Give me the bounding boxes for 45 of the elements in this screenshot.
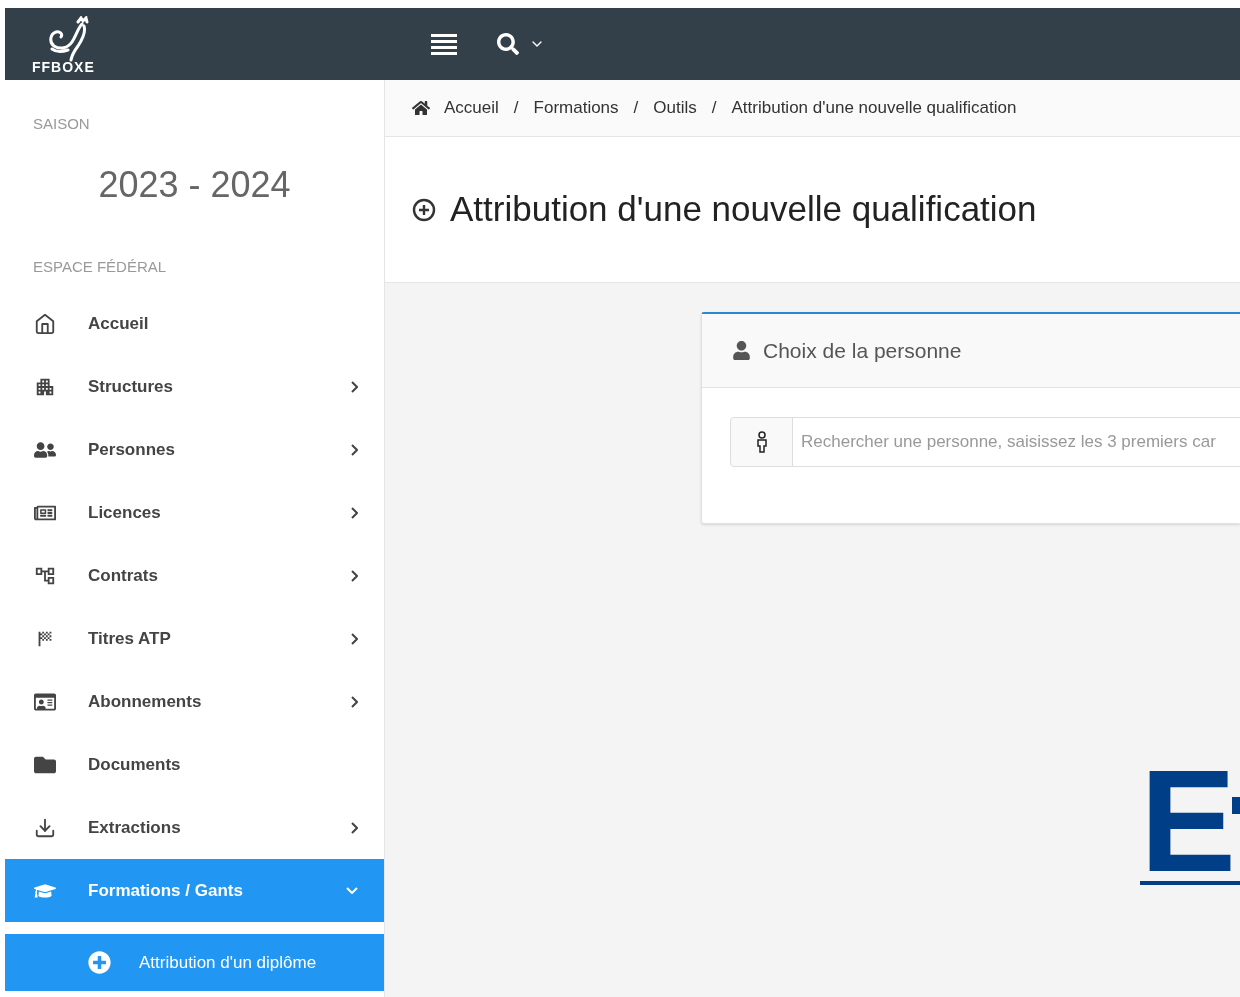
card-title: Choix de la personne bbox=[763, 337, 962, 364]
breadcrumb-link[interactable]: Outils bbox=[653, 95, 697, 121]
sidebar-item[interactable]: Contrats bbox=[5, 544, 384, 607]
sidebar-item[interactable]: Accueil bbox=[5, 292, 384, 355]
search-icon[interactable] bbox=[497, 33, 519, 55]
id-card-icon bbox=[33, 690, 57, 713]
breadcrumb-link[interactable]: Formations bbox=[533, 95, 619, 121]
sidebar-item[interactable]: Titres ATP bbox=[5, 607, 384, 670]
sidebar-item-label: Extractions bbox=[88, 816, 182, 839]
sidebar-item[interactable]: Abonnements bbox=[5, 670, 384, 733]
sidebar-item-label: Personnes bbox=[88, 438, 176, 461]
breadcrumb-link[interactable]: Accueil bbox=[444, 95, 499, 121]
sidebar-item-label: Accueil bbox=[88, 312, 150, 335]
inbox-download-icon bbox=[33, 816, 57, 839]
season-value: 2023 - 2024 bbox=[98, 162, 291, 207]
breadcrumb-separator: / bbox=[711, 97, 717, 120]
person-icon bbox=[732, 341, 751, 360]
sidebar-item[interactable]: Licences bbox=[5, 481, 384, 544]
sidebar-item[interactable]: Structures bbox=[5, 355, 384, 418]
logo-letter-fragment bbox=[1232, 797, 1240, 814]
sidebar-item-label: Titres ATP bbox=[88, 627, 172, 650]
submenu-item-label: Attribution d'un diplôme bbox=[139, 951, 317, 974]
page-title: Attribution d'une nouvelle qualification bbox=[450, 188, 1037, 231]
sidebar-item[interactable]: Documents bbox=[5, 733, 384, 796]
section-label: ESPACE FÉDÉRAL bbox=[33, 256, 168, 277]
section-label: SAISON bbox=[33, 114, 91, 134]
sidebar-item-label: Structures bbox=[88, 375, 175, 398]
menu-icon[interactable] bbox=[431, 33, 457, 55]
sidebar-item-label: Licences bbox=[88, 501, 162, 524]
breadcrumb-current: Attribution d'une nouvelle qualification bbox=[731, 97, 1017, 120]
plus-circle-icon bbox=[412, 197, 436, 222]
sidebar-item-label: Formations / Gants bbox=[88, 879, 244, 902]
search-field[interactable]: Rechercher une personne, saisissez les 3 premiers car bbox=[793, 417, 1240, 467]
logo-text: FFBOXE bbox=[32, 60, 95, 74]
sidebar-item-label: Contrats bbox=[88, 564, 159, 587]
house-icon bbox=[33, 312, 57, 335]
person-outline-icon bbox=[755, 431, 768, 453]
sidebar-item-label: Documents bbox=[88, 753, 182, 776]
logo-letter: E bbox=[1140, 769, 1231, 875]
breadcrumb-separator: / bbox=[633, 97, 639, 120]
sidebar-item-label: Abonnements bbox=[88, 690, 203, 713]
sidebar-item[interactable]: Extractions bbox=[5, 796, 384, 859]
breadcrumb-separator: / bbox=[513, 97, 519, 120]
home-icon[interactable] bbox=[412, 99, 430, 117]
sidebar-item[interactable]: Personnes bbox=[5, 418, 384, 481]
